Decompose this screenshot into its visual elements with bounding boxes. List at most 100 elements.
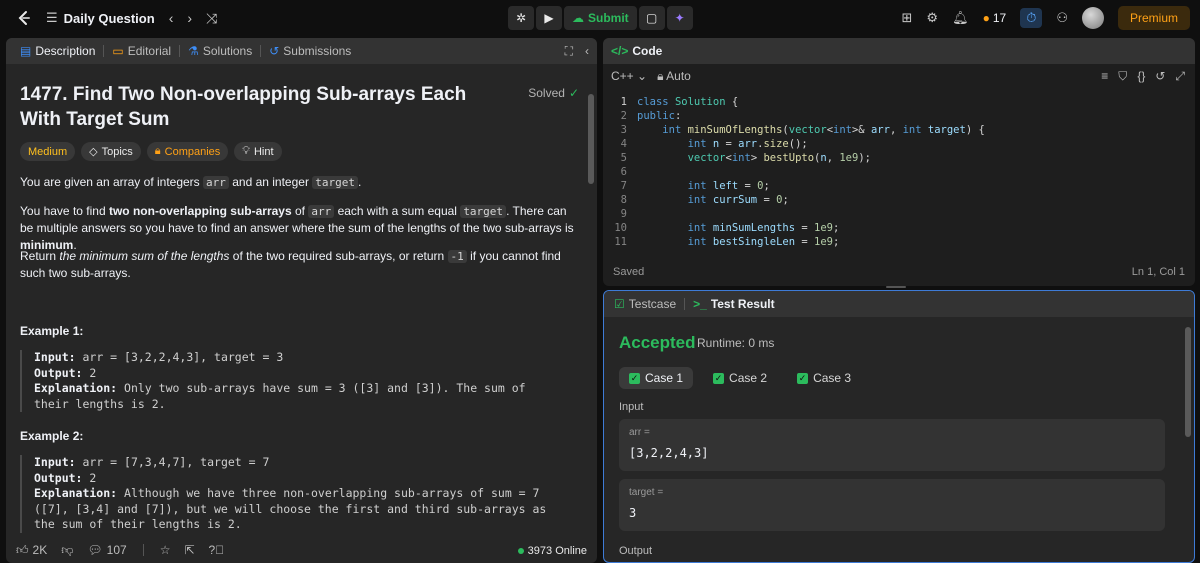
help-icon[interactable]: ?⃝ [209,543,225,557]
output-label: Output: [34,365,83,380]
prev-question-icon[interactable]: ‹ [169,10,174,26]
tag-chips: Medium ◇ Topics 🔒︎ Companies 💡︎ Hint [20,142,282,161]
editor-toolbar: C++ ⌄ 🔒︎ Auto ≡ ⛉ {} ↺ ⤢ [603,64,1195,88]
input-label: Input: [34,350,76,364]
case-3-label: Case 3 [813,371,852,385]
line-number: 4 [620,138,627,150]
reset-icon[interactable]: ↺ [1155,69,1165,84]
panel-resize-handle[interactable] [886,286,906,288]
input-label: Input: [34,455,76,469]
companies-label: Companies [164,145,221,158]
star-icon[interactable]: ☆ [160,543,171,557]
tab-submissions[interactable]: ↺ Submissions [263,44,357,58]
daily-question-title[interactable]: Daily Question [64,11,155,26]
add-friend-icon[interactable]: ⚇ [1056,10,1068,26]
bold-text: two non-overlapping sub-arrays [108,204,292,218]
history-icon: ↺ [269,44,280,58]
topics-chip[interactable]: ◇ Topics [81,142,141,161]
verdict-status: Accepted [619,333,696,352]
notification-bell-icon[interactable]: 🔔︎ [952,10,969,26]
tab-divider [684,298,686,310]
code-text: int minSumOfLengths(vector<int>& arr, in… [662,124,985,136]
companies-chip[interactable]: 🔒︎ Companies [146,142,229,161]
tab-testcase[interactable]: ☑ Testcase [614,297,676,311]
code-line: 4 int n = arr.size(); [603,137,1183,151]
submit-button[interactable]: ☁ Submit [564,6,637,30]
thumbs-down-icon[interactable]: 👎︎ [61,543,73,558]
thumbs-up-icon: 👍︎ [16,542,29,557]
hint-label: Hint [253,145,274,158]
cloud-upload-icon: ☁ [572,11,584,25]
line-number: 2 [620,110,627,122]
tab-editorial[interactable]: ▭ Editorial [106,44,177,58]
layout-grid-icon[interactable]: ⊞ [902,10,913,26]
next-question-icon[interactable]: › [187,10,192,26]
tab-editorial-label: Editorial [127,44,172,58]
example-2-block: Input: arr = [7,3,4,7], target = 7 Outpu… [20,455,560,533]
example-output: 2 [89,365,97,380]
ai-sparkle-icon[interactable]: ✦ [666,6,693,30]
inline-code: arr [308,205,335,218]
streak-counter[interactable]: ● 17 [983,11,1007,25]
code-line: 7 int left = 0; [603,179,1183,193]
auto-mode[interactable]: 🔒︎ Auto [657,69,691,84]
check-icon: ✓ [797,372,809,384]
case-3-tab[interactable]: ✓ Case 3 [787,367,861,389]
code-text: class Solution { [637,96,739,108]
inline-code: target [312,176,359,189]
case-1-label: Case 1 [645,371,684,385]
difficulty-badge: Medium [20,142,76,161]
settings-gear-icon[interactable]: ⚙ [926,10,938,26]
leetcode-logo-icon[interactable] [14,8,32,28]
random-question-icon[interactable]: ⤨ [206,10,217,27]
line-number: 6 [620,166,627,178]
description-scrollbar[interactable] [588,82,594,562]
like-button[interactable]: 👍︎ 2K [16,543,47,558]
tab-test-result[interactable]: >_ Test Result [693,297,774,311]
notes-icon[interactable]: ▢ [638,6,665,30]
code-tab-label: Code [632,44,663,58]
tab-solutions-label: Solutions [202,44,253,58]
description-paragraph-3: Return the minimum sum of the lengths of… [20,248,580,282]
code-editor-panel: </> Code C++ ⌄ 🔒︎ Auto ≡ ⛉ {} ↺ ⤢ 1 class… [603,38,1195,286]
scrollbar-thumb[interactable] [588,94,594,184]
code-editor[interactable]: 1 class Solution { 2 public: 3 int minSumO… [603,95,1183,249]
editor-status-bar: Saved Ln 1, Col 1 [603,266,1195,278]
line-number: 5 [620,152,627,164]
top-bar: ☰ Daily Question ‹ › ⤨ ✲ ▶ ☁ Submit ▢ ✦ … [0,0,1200,36]
result-scrollbar[interactable] [1185,327,1191,547]
explanation-label: Explanation: [34,486,118,500]
problem-list-icon[interactable]: ☰ [46,10,58,26]
tab-divider [103,45,105,57]
text: of the two required sub-arrays, or retur… [229,249,448,263]
text: and an integer [228,175,313,189]
comments-button[interactable]: 💬︎ 107 [87,543,126,557]
case-2-label: Case 2 [729,371,768,385]
debug-icon[interactable]: ✲ [508,6,534,30]
problem-title[interactable]: 1477. Find Two Non-overlapping Sub-array… [20,82,510,132]
run-button[interactable]: ▶ [536,6,562,30]
tab-description[interactable]: ▤ Description [14,44,101,58]
case-2-tab[interactable]: ✓ Case 2 [703,367,777,389]
language-select[interactable]: C++ ⌄ [611,69,647,83]
flame-icon: ● [982,11,990,25]
hint-chip[interactable]: 💡︎ Hint [234,142,282,161]
premium-button[interactable]: Premium [1117,6,1190,30]
stopwatch-icon[interactable]: ⏱ [1020,8,1043,28]
text: . [358,175,362,189]
expand-panel-icon[interactable]: ⛶ [565,44,573,59]
input-arr-box: arr = [3,2,2,4,3] [619,419,1165,471]
case-1-tab[interactable]: ✓ Case 1 [619,367,694,389]
format-icon[interactable]: ≡ [1101,69,1108,84]
bookmark-icon[interactable]: ⛉ [1118,69,1127,84]
share-icon[interactable]: ⇱ [184,543,194,557]
collapse-panel-icon[interactable]: ‹ [585,44,589,59]
avatar[interactable] [1081,7,1104,29]
cursor-position: Ln 1, Col 1 [1131,266,1185,278]
tab-solutions[interactable]: ⚗ Solutions [182,44,258,58]
scrollbar-thumb[interactable] [1185,327,1191,437]
line-number: 9 [620,208,627,220]
case-tabs: ✓ Case 1 ✓ Case 2 ✓ Case 3 [619,367,861,389]
braces-icon[interactable]: {} [1137,69,1145,84]
fullscreen-icon[interactable]: ⤢ [1175,69,1185,84]
